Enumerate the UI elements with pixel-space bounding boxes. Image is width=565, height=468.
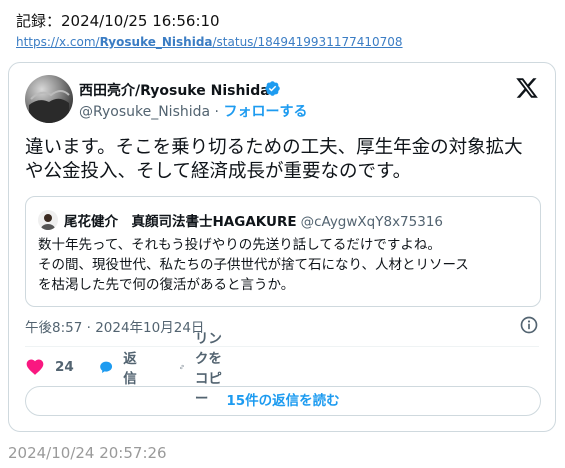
tweet-timestamp[interactable]: 午後8:57 · 2024年10月24日 xyxy=(25,316,204,336)
follow-button[interactable]: フォローする xyxy=(223,104,307,120)
person-avatar-icon xyxy=(41,214,55,230)
source-url-link[interactable]: https://x.com/Ryosuke_Nishida/status/184… xyxy=(16,35,403,49)
quote-author: 尾花健介 真顔司法書士HAGAKURE @cAygwXqY8x75316 xyxy=(64,210,443,230)
url-suffix: /status/1849419931177410708 xyxy=(212,35,403,49)
separator: · xyxy=(210,104,224,120)
handle-row: @Ryosuke_Nishida · フォローする xyxy=(79,101,307,121)
like-button[interactable]: 24 xyxy=(25,355,74,379)
quote-author-name: 尾花健介 真顔司法書士HAGAKURE xyxy=(64,214,297,230)
speech-bubble-icon xyxy=(100,361,113,373)
link-icon xyxy=(180,364,184,370)
footer-timestamp: 2024/10/24 20:57:26 xyxy=(8,444,167,462)
info-icon[interactable] xyxy=(519,315,539,335)
x-logo-icon[interactable] xyxy=(515,76,539,100)
quote-line: その間、現役世代、私たちの子供世代が捨て石になり、人材とリソース xyxy=(38,257,469,273)
heart-icon xyxy=(26,359,44,375)
record-timestamp: 記録：2024/10/25 16:56:10 xyxy=(16,12,220,30)
verified-badge-icon xyxy=(265,81,280,96)
author-handle[interactable]: @Ryosuke_Nishida xyxy=(79,104,210,120)
tweet-card: 西田亮介/Ryosuke Nishida @Ryosuke_Nishida · … xyxy=(8,62,556,432)
author-avatar[interactable] xyxy=(25,75,73,123)
url-user: Ryosuke_Nishida xyxy=(99,35,213,49)
author-name[interactable]: 西田亮介/Ryosuke Nishida xyxy=(79,80,270,100)
quote-line: を枯渇した先で何の復活があると言うか。 xyxy=(38,277,295,293)
divider xyxy=(25,346,539,347)
read-replies-button[interactable]: 15件の返信を読む xyxy=(25,386,541,416)
quote-author-handle: @cAygwXqY8x75316 xyxy=(300,214,444,230)
like-count: 24 xyxy=(55,359,74,375)
reply-label: 返信 xyxy=(123,351,137,387)
quoted-tweet[interactable]: 尾花健介 真顔司法書士HAGAKURE @cAygwXqY8x75316 数十年先… xyxy=(25,196,541,307)
url-prefix: https://x.com/ xyxy=(16,35,100,49)
copy-link-button[interactable]: リンクをコピー xyxy=(179,331,223,407)
tweet-text: 違います。そこを乗り切るための工夫、厚生年金の対象拡大や公金投入、そして経済成長… xyxy=(25,137,523,182)
quote-line: 数十年先って、それもう投げやりの先送り話してるだけですよね。 xyxy=(38,237,441,253)
avatar-image xyxy=(29,90,70,123)
reply-button[interactable]: 返信 xyxy=(99,351,143,387)
quote-author-avatar xyxy=(38,210,58,230)
quote-text: 数十年先って、それもう投げやりの先送り話してるだけですよね。 その間、現役世代、… xyxy=(38,235,533,295)
